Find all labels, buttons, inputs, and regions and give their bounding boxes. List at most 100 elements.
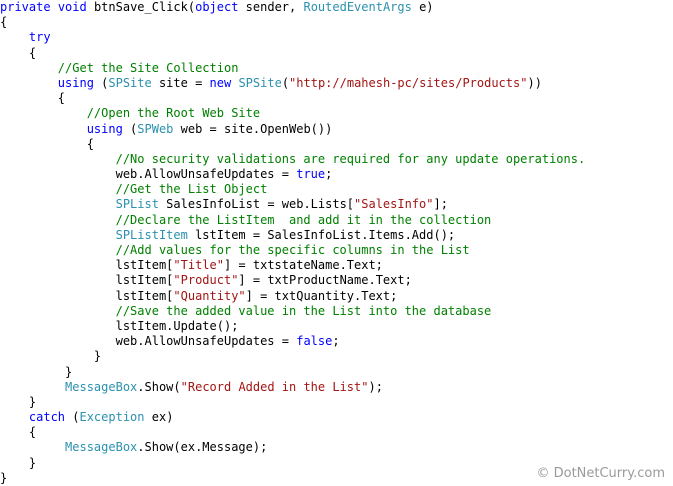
code-keyword: using [86, 121, 123, 136]
code-string: "Title" [173, 258, 224, 273]
code-line: //Save the added value in the List into … [0, 304, 673, 319]
code-text: web = site.OpenWeb()) [173, 121, 333, 136]
code-text: ] = txtProductName.Text; [238, 273, 412, 288]
code-keyword: true [296, 167, 326, 182]
code-line: //Get the List Object [0, 182, 673, 197]
code-text: { [0, 91, 66, 106]
code-string: "http://mahesh-pc/sites/Products" [289, 75, 528, 90]
code-text: site = [151, 75, 210, 90]
code-keyword: catch [28, 410, 66, 425]
code-line: { [0, 425, 673, 440]
code-line: using (SPSite site = new SPSite("http://… [0, 76, 673, 91]
code-text: ( [122, 121, 138, 136]
code-line: { [0, 137, 673, 152]
code-text: lstItem.Update(); [0, 318, 239, 333]
code-comment: //Get the Site Collection [57, 60, 239, 75]
code-line: lstItem["Product"] = txtProductName.Text… [0, 273, 673, 288]
code-text: { [0, 425, 37, 440]
code-type: SPSite [108, 75, 152, 90]
code-line: { [0, 46, 673, 61]
code-text: SalesInfoList = web.Lists[ [158, 197, 355, 212]
code-text: { [0, 45, 37, 60]
code-comment: //Declare the ListItem and add it in the… [115, 212, 492, 227]
code-editor: private void btnSave_Click(object sender… [0, 0, 673, 486]
code-text: e) [411, 0, 434, 14]
code-string: "Product" [173, 273, 239, 288]
code-text: } [0, 394, 37, 409]
code-string: "Quantity" [173, 288, 246, 303]
code-keyword: private [0, 0, 51, 14]
code-keyword: false [296, 334, 333, 349]
code-keyword: using [57, 75, 94, 90]
code-text: sender, [238, 0, 304, 14]
code-text: lstItem[ [0, 273, 174, 288]
code-line: } [0, 349, 673, 364]
code-type: SPList [115, 197, 159, 212]
code-string: "SalesInfo" [354, 197, 434, 212]
code-keyword: try [28, 30, 51, 45]
code-comment: //Add values for the specific columns in… [115, 243, 470, 257]
code-keyword: new [209, 75, 232, 90]
code-text: .Show(ex.Message); [137, 440, 268, 455]
code-line: private void btnSave_Click(object sender… [0, 0, 673, 15]
code-text: ; [332, 334, 340, 349]
code-line: lstItem["Title"] = txtstateName.Text; [0, 258, 673, 273]
code-line: using (SPWeb web = site.OpenWeb()) [0, 122, 673, 137]
code-text: } [0, 455, 37, 470]
code-line: SPListItem lstItem = SalesInfoList.Items… [0, 228, 673, 243]
code-line: { [0, 15, 673, 30]
code-line: lstItem["Quantity"] = txtQuantity.Text; [0, 289, 673, 304]
code-text: ] = txtQuantity.Text; [245, 288, 398, 303]
watermark: © DotNetCurry.com [536, 466, 665, 481]
code-text: } [0, 349, 102, 364]
code-line: //Get the Site Collection [0, 61, 673, 76]
code-line: lstItem.Update(); [0, 319, 673, 334]
code-type: SPListItem [115, 227, 188, 242]
code-line: SPList SalesInfoList = web.Lists["SalesI… [0, 197, 673, 212]
code-type: RoutedEventArgs [303, 0, 412, 14]
code-line: web.AllowUnsafeUpdates = false; [0, 334, 673, 349]
code-text: ; [325, 167, 333, 182]
code-line: //No security validations are required f… [0, 152, 673, 167]
code-text: web.AllowUnsafeUpdates = [0, 334, 297, 349]
code-comment: //Open the Root Web Site [86, 106, 261, 121]
code-line: try [0, 30, 673, 45]
code-line: MessageBox.Show(ex.Message); [0, 440, 673, 455]
code-text: lstItem = SalesInfoList.Items.Add(); [187, 227, 456, 242]
code-string: "Record Added in the List" [180, 379, 369, 394]
code-text: { [0, 136, 94, 151]
code-text: lstItem[ [0, 258, 174, 273]
code-line: MessageBox.Show("Record Added in the Lis… [0, 380, 673, 395]
code-text: { [0, 15, 8, 30]
code-text: ( [93, 75, 109, 90]
code-type: SPSite [238, 75, 282, 90]
code-text: btnSave_Click( [86, 0, 196, 14]
code-keyword: void [57, 0, 87, 14]
code-type: SPWeb [137, 121, 174, 136]
code-text: ] = txtstateName.Text; [223, 258, 383, 273]
code-text: ex) [144, 410, 174, 425]
code-comment: //No security validations are required f… [115, 151, 586, 166]
code-type: MessageBox [65, 379, 138, 394]
code-text: )) [527, 75, 542, 90]
code-line: } [0, 365, 673, 380]
code-text: } [0, 470, 8, 485]
code-text: web.AllowUnsafeUpdates = [0, 167, 297, 182]
code-text: .Show( [137, 379, 181, 394]
code-text: lstItem[ [0, 288, 174, 303]
code-line: //Open the Root Web Site [0, 106, 673, 121]
code-line: { [0, 91, 673, 106]
